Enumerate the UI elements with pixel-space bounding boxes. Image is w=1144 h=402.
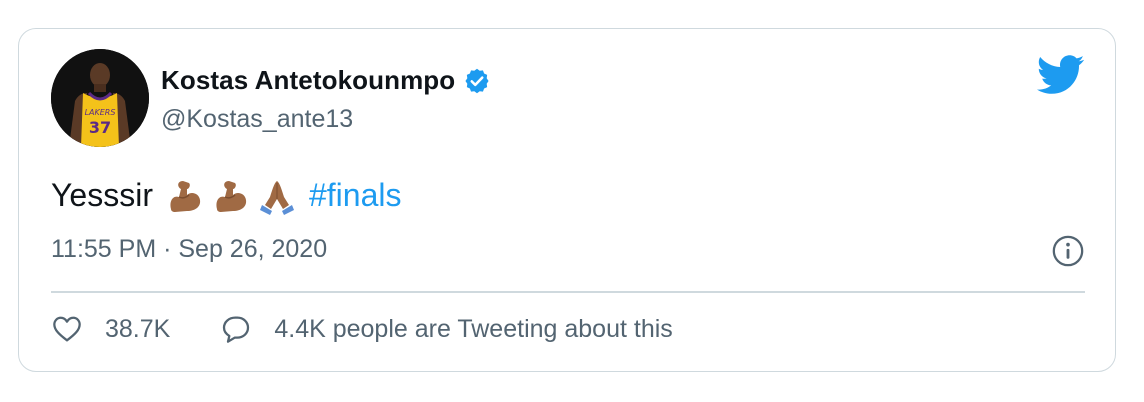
action-bar: 38.7K 4.4K people are Tweeting about thi…	[51, 313, 673, 345]
author-row: Kostas Antetokounmpo	[161, 65, 491, 96]
tweeting-about-text: 4.4K people are Tweeting about this	[274, 314, 673, 343]
twitter-bird-icon[interactable]	[1037, 55, 1085, 95]
avatar[interactable]: LAKERS 37	[51, 49, 149, 147]
author-name[interactable]: Kostas Antetokounmpo	[161, 65, 455, 96]
tweet-text: Yesssir #finals	[51, 175, 401, 215]
tweet-text-prefix: Yesssir	[51, 176, 153, 213]
verified-badge-icon	[465, 68, 489, 93]
tweet-timestamp[interactable]: 11:55 PM · Sep 26, 2020	[51, 235, 327, 264]
hashtag-link[interactable]: #finals	[309, 177, 402, 214]
folded-hands-emoji	[259, 181, 294, 215]
divider	[51, 291, 1085, 293]
tweet-card[interactable]: LAKERS 37 Kostas Antetokounmpo @Kostas_a…	[18, 28, 1116, 372]
flexed-biceps-emoji	[216, 181, 247, 212]
heart-icon[interactable]	[51, 313, 83, 345]
avatar-image: LAKERS 37	[51, 49, 149, 147]
reply-action[interactable]: 4.4K people are Tweeting about this	[220, 313, 673, 345]
likes-count: 38.7K	[105, 314, 171, 343]
like-action[interactable]: 38.7K	[51, 313, 170, 345]
author-handle[interactable]: @Kostas_ante13	[161, 105, 353, 134]
info-icon[interactable]	[1051, 234, 1085, 268]
flexed-biceps-emoji	[170, 181, 201, 212]
avatar-jersey-text: LAKERS	[85, 108, 116, 117]
avatar-jersey-number: 37	[89, 118, 111, 137]
speech-bubble-icon[interactable]	[220, 313, 252, 345]
